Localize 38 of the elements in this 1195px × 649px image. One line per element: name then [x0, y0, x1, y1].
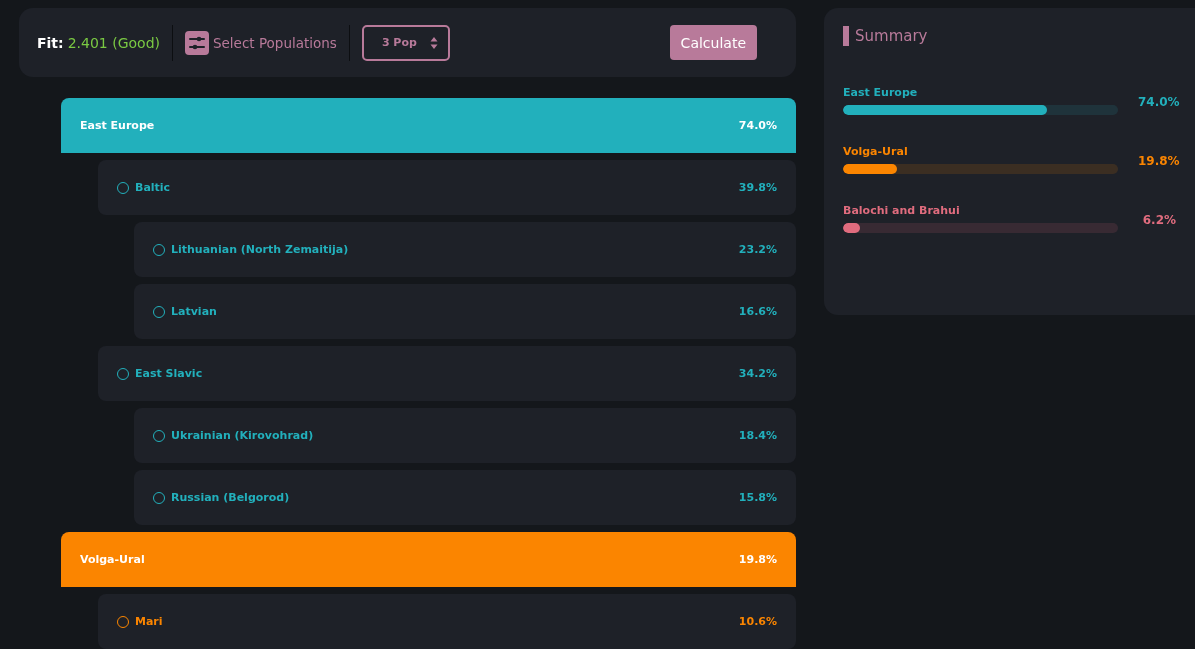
fit-value: 2.401 (Good) — [67, 34, 160, 51]
sort-arrows-icon — [429, 35, 438, 50]
population-name: Latvian — [171, 305, 217, 318]
select-populations-button[interactable]: Select Populations — [185, 30, 337, 55]
population-name: East Slavic — [135, 367, 203, 380]
population-row[interactable]: Lithuanian (North Zemaitija) 23.2% — [134, 222, 796, 277]
population-row[interactable]: East Slavic 34.2% — [98, 346, 796, 401]
population-row[interactable]: Baltic 39.8% — [98, 160, 796, 215]
population-percent: 39.8% — [738, 181, 777, 194]
population-percent: 18.4% — [738, 429, 777, 442]
population-row[interactable]: Mari 10.6% — [98, 594, 796, 649]
population-name: Mari — [135, 615, 163, 628]
population-count-select[interactable]: 3 Pop — [361, 24, 450, 61]
population-percent: 74.0% — [738, 119, 777, 132]
summary-label: East Europe — [843, 86, 919, 99]
fit-label: Fit: — [37, 34, 64, 51]
population-percent: 10.6% — [738, 615, 777, 628]
population-name: Ukrainian (Kirovohrad) — [171, 429, 314, 442]
population-name: Russian (Belgorod) — [171, 491, 290, 504]
title-accent — [843, 26, 849, 46]
sliders-icon — [185, 30, 209, 55]
population-name: Baltic — [135, 181, 171, 194]
population-percent: 19.8% — [738, 553, 777, 566]
population-percent: 34.2% — [738, 367, 777, 380]
summary-title: Summary — [855, 27, 928, 45]
calculate-button[interactable]: Calculate — [669, 25, 757, 60]
population-percent: 23.2% — [738, 243, 777, 256]
population-row[interactable]: Russian (Belgorod) 15.8% — [134, 470, 796, 525]
population-name: Volga-Ural — [80, 553, 145, 566]
population-row[interactable]: Ukrainian (Kirovohrad) 18.4% — [134, 408, 796, 463]
population-name: Lithuanian (North Zemaitija) — [171, 243, 349, 256]
population-row[interactable]: Latvian 16.6% — [134, 284, 796, 339]
population-percent: 15.8% — [738, 491, 777, 504]
population-name: East Europe — [80, 119, 155, 132]
summary-percent: 6.2% — [1141, 213, 1176, 227]
summary-label: Balochi and Brahui — [843, 204, 961, 217]
population-percent: 16.6% — [738, 305, 777, 318]
summary-label: Volga-Ural — [843, 145, 909, 158]
